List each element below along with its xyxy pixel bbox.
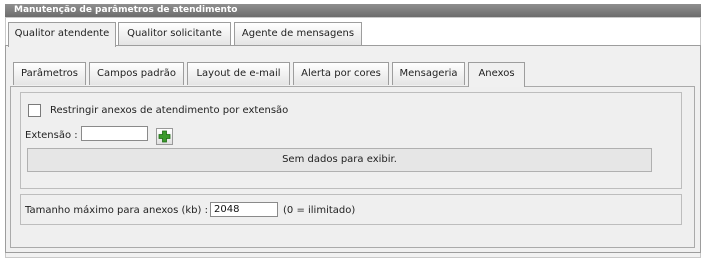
window-title-bar: Manutenção de parâmetros de atendimento (5, 4, 701, 17)
qualitor-atendente-panel: Parâmetros Campos padrão Layout de e-mai… (5, 45, 701, 253)
tab-label: Mensageria (399, 68, 458, 79)
anexos-panel: Restringir anexos de atendimento por ext… (10, 86, 695, 248)
restrict-extensions-label: Restringir anexos de atendimento por ext… (50, 105, 289, 116)
max-size-hint: (0 = ilimitado) (283, 205, 356, 216)
max-size-input[interactable] (210, 202, 278, 217)
add-extension-button[interactable] (156, 128, 173, 145)
max-size-group: Tamanho máximo para anexos (kb) : (0 = i… (20, 194, 682, 225)
tab-label: Qualitor solicitante (127, 28, 222, 39)
tab-label: Alerta por cores (301, 68, 381, 79)
restrict-extensions-group: Restringir anexos de atendimento por ext… (20, 92, 682, 189)
window-title: Manutenção de parâmetros de atendimento (14, 5, 238, 15)
tab-qualitor-solicitante[interactable]: Qualitor solicitante (118, 22, 231, 45)
extensions-empty-table: Sem dados para exibir. (27, 148, 652, 172)
tab-label: Parâmetros (21, 68, 78, 79)
extension-label: Extensão : (25, 130, 78, 141)
tab-mensageria[interactable]: Mensageria (392, 62, 465, 85)
tab-agente-de-mensagens[interactable]: Agente de mensagens (234, 22, 362, 45)
tab-label: Qualitor atendente (14, 28, 110, 39)
tab-campos-padrao[interactable]: Campos padrão (89, 62, 184, 85)
tab-qualitor-atendente[interactable]: Qualitor atendente (8, 22, 116, 47)
tab-label: Agente de mensagens (241, 28, 355, 39)
extension-input[interactable] (81, 126, 148, 141)
tab-label: Campos padrão (97, 68, 176, 79)
tab-label: Anexos (478, 68, 515, 79)
tab-label: Layout de e-mail (196, 68, 281, 79)
main-frame: Qualitor atendente Qualitor solicitante … (5, 17, 701, 258)
empty-message: Sem dados para exibir. (282, 154, 397, 165)
tab-layout-de-email[interactable]: Layout de e-mail (187, 62, 290, 85)
max-size-label: Tamanho máximo para anexos (kb) : (25, 205, 208, 216)
plus-icon (158, 130, 171, 143)
tab-alerta-por-cores[interactable]: Alerta por cores (293, 62, 389, 85)
restrict-extensions-checkbox[interactable] (28, 104, 41, 117)
tab-parametros[interactable]: Parâmetros (13, 62, 86, 85)
tab-anexos[interactable]: Anexos (468, 62, 525, 87)
